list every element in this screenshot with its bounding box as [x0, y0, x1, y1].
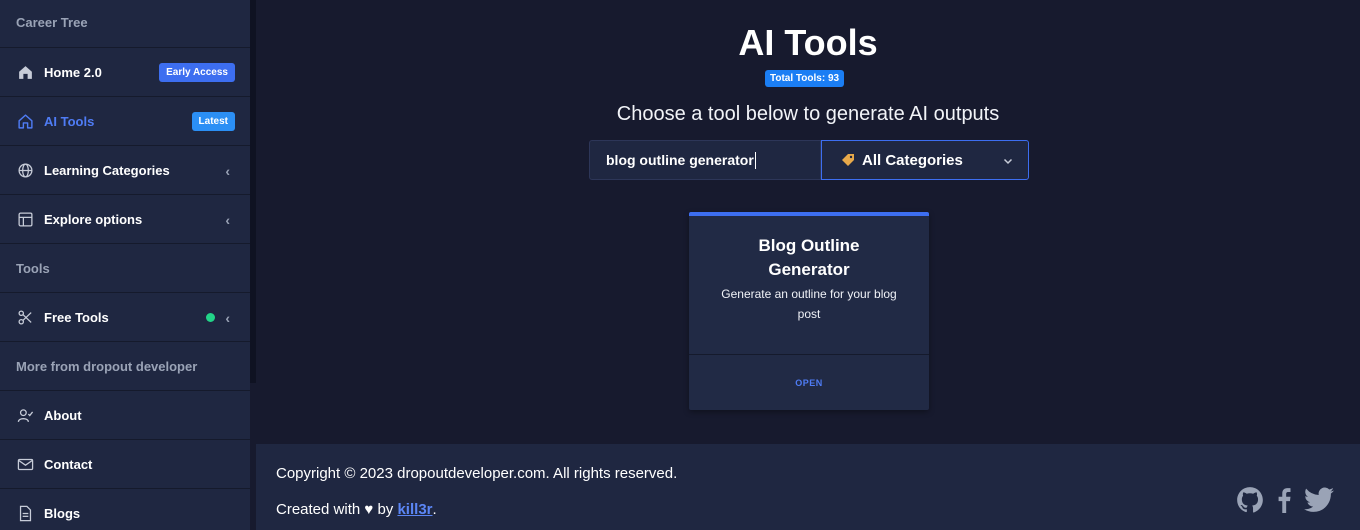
latest-badge: Latest — [191, 112, 235, 131]
facebook-icon[interactable] — [1276, 487, 1292, 513]
sidebar-item-label: Contact — [44, 456, 93, 472]
globe-icon — [16, 161, 34, 179]
search-input[interactable]: blog outline generator — [589, 140, 821, 180]
footer: Copyright © 2023 dropoutdeveloper.com. A… — [256, 444, 1360, 530]
social-links — [1236, 486, 1334, 514]
tool-card-description: Generate an outline for your blog post — [721, 287, 897, 321]
text-caret — [754, 151, 756, 169]
sidebar-item-home[interactable]: Home 2.0 Early Access — [0, 48, 250, 97]
tools-icon — [16, 308, 34, 326]
chevron-left-icon: ‹ — [225, 212, 230, 228]
sidebar-item-label: Blogs — [44, 506, 81, 521]
page-title: AI Tools — [738, 22, 878, 63]
page-subtitle: Choose a tool below to generate AI outpu… — [616, 103, 1000, 125]
sidebar-section-label: More from dropout developer — [16, 358, 198, 374]
sidebar-item-blogs[interactable]: Blogs — [0, 489, 250, 530]
home-outline-icon — [16, 112, 34, 130]
home-icon — [16, 63, 34, 81]
online-status-dot — [206, 313, 215, 322]
sidebar-item-label: About — [44, 407, 82, 423]
created-by-text: Created with ♥ by kill3r. — [276, 501, 437, 518]
user-check-icon — [16, 406, 34, 424]
early-access-badge: Early Access — [159, 63, 235, 82]
sidebar-item-ai-tools[interactable]: AI Tools Latest — [0, 97, 250, 146]
sidebar-item-explore-options[interactable]: Explore options ‹ — [0, 195, 250, 244]
sidebar-section-more: More from dropout developer — [0, 342, 250, 391]
created-prefix: Created with ♥ by — [276, 501, 398, 518]
github-icon[interactable] — [1236, 486, 1264, 514]
sidebar-section-tools: Tools — [0, 244, 250, 293]
sidebar-section-label: Tools — [16, 260, 50, 276]
tag-icon — [840, 152, 856, 168]
search-input-value: blog outline generator — [606, 152, 754, 168]
open-tool-button[interactable]: OPEN — [689, 354, 929, 410]
sidebar-item-free-tools[interactable]: Free Tools ‹ — [0, 293, 250, 342]
tool-card: Blog Outline Generator Generate an outli… — [689, 212, 929, 410]
sidebar-item-label: Learning Categories — [44, 162, 170, 178]
twitter-icon[interactable] — [1304, 487, 1334, 513]
sidebar-item-label: Home 2.0 — [44, 64, 102, 80]
tool-card-title: Blog Outline Generator — [758, 236, 860, 279]
sidebar-section-label: Career Tree — [16, 15, 88, 30]
main-content: AI Tools Total Tools: 93 Choose a tool b… — [256, 0, 1360, 444]
sidebar-item-label: AI Tools — [44, 113, 95, 129]
sidebar-section-career-tree: Career Tree — [0, 0, 250, 48]
total-tools-badge: Total Tools: 93 — [765, 70, 845, 87]
category-select[interactable]: All Categories — [821, 140, 1029, 180]
layout-icon — [16, 210, 34, 228]
sidebar-item-label: Free Tools — [44, 309, 109, 325]
chevron-left-icon: ‹ — [225, 310, 230, 326]
category-select-value: All Categories — [862, 151, 963, 169]
chevron-down-icon — [1002, 154, 1014, 171]
sidebar-item-label: Explore options — [44, 211, 143, 227]
created-suffix: . — [432, 501, 437, 518]
author-link[interactable]: kill3r — [397, 501, 432, 518]
sidebar-item-about[interactable]: About — [0, 391, 250, 440]
mail-icon — [16, 455, 34, 473]
sidebar-item-learning-categories[interactable]: Learning Categories ‹ — [0, 146, 250, 195]
copyright-text: Copyright © 2023 dropoutdeveloper.com. A… — [276, 465, 678, 482]
sidebar: Career Tree Home 2.0 Early Access AI Too… — [0, 0, 250, 530]
file-icon — [16, 505, 34, 523]
sidebar-item-contact[interactable]: Contact — [0, 440, 250, 489]
chevron-left-icon: ‹ — [225, 163, 230, 179]
